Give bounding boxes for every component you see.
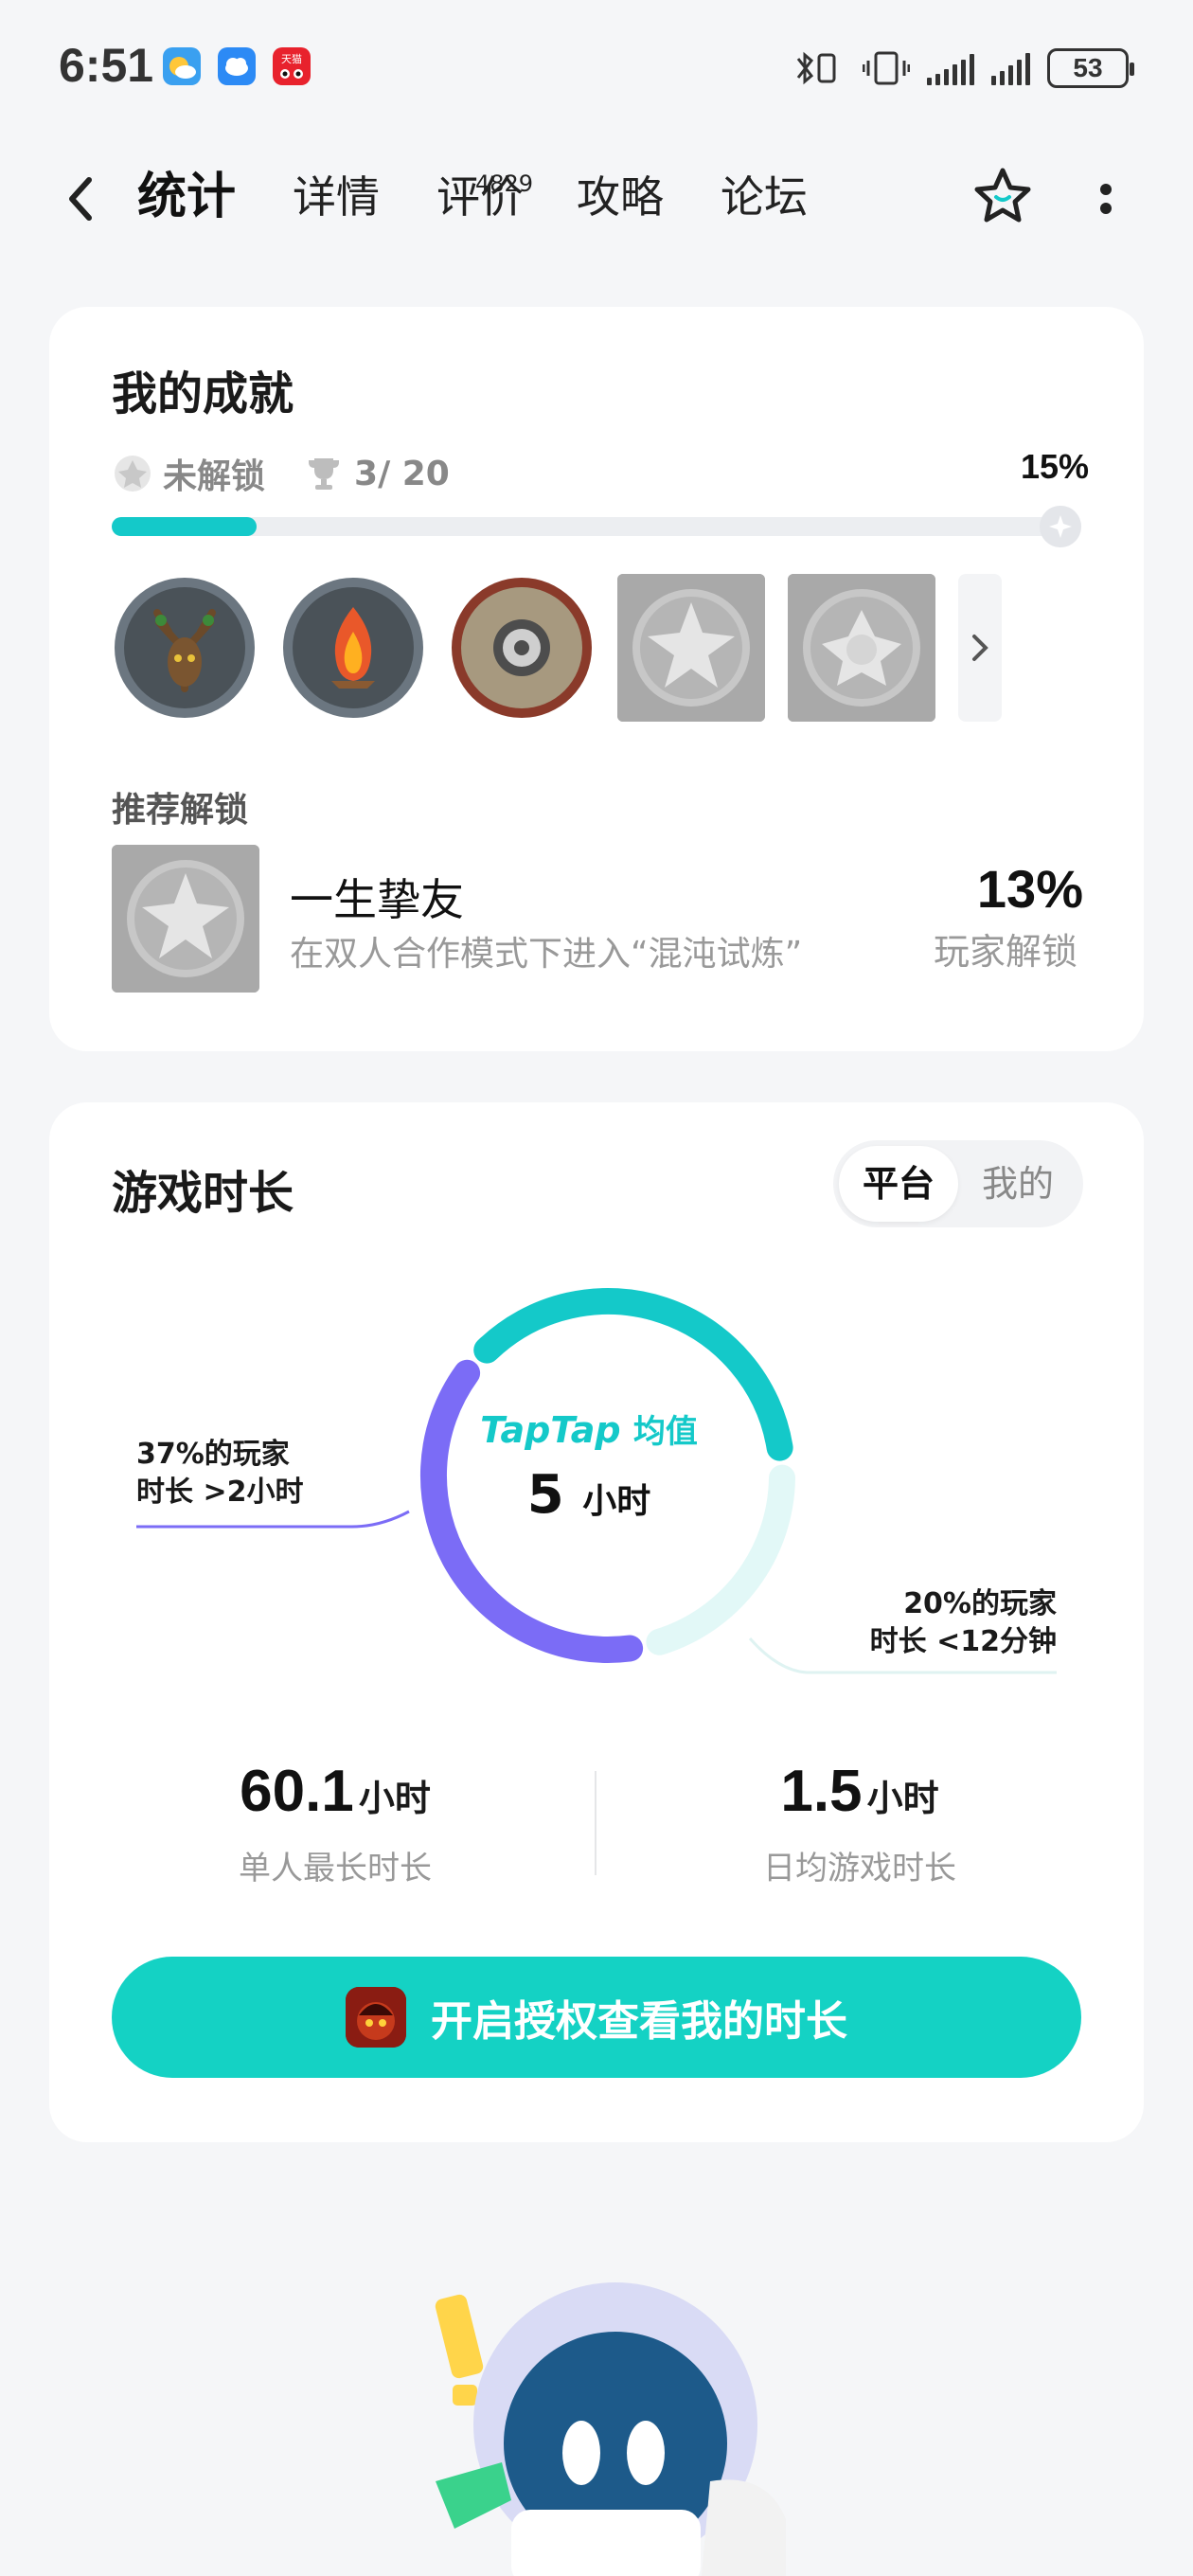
- recommend-percent: 13%: [976, 859, 1083, 919]
- star-burst-badge-icon[interactable]: [617, 574, 765, 722]
- locked-label: 未解锁: [163, 457, 266, 496]
- annotation-over-2h-line1: 37%的玩家: [136, 1438, 290, 1471]
- progress-end-star-icon: [1040, 506, 1081, 547]
- scope-toggle: 平台 我的: [833, 1140, 1083, 1227]
- tab-bar: 统计 详情 评价 4829 攻略 论坛: [133, 167, 864, 233]
- tab-forum-label: 论坛: [721, 171, 809, 223]
- badges-more-button[interactable]: [958, 574, 1002, 722]
- taptap-logo-text: TapTap: [480, 1409, 621, 1451]
- taptap-brand: TapTap 均值: [447, 1405, 731, 1452]
- robot-mascot-illustration: [435, 2282, 786, 2576]
- achievement-progress-bar: [112, 506, 1081, 547]
- tab-stats-label: 统计: [137, 169, 237, 225]
- recommend-label: 推荐解锁: [112, 791, 249, 830]
- recommended-badge-icon[interactable]: [112, 845, 259, 993]
- annotation-under-12min-line2: 时长 <12分钟: [869, 1625, 1057, 1658]
- crystal-flower-badge-icon[interactable]: [788, 574, 935, 722]
- stat-daily-average-unit: 小时: [866, 1778, 939, 1819]
- locked-medal-icon: [115, 456, 151, 492]
- gear-shield-badge-icon[interactable]: [449, 575, 595, 721]
- toggle-platform[interactable]: 平台: [839, 1146, 958, 1222]
- tab-guides-label: 攻略: [577, 171, 665, 223]
- back-arrow-icon[interactable]: [59, 170, 106, 227]
- playtime-card: 游戏时长 平台 我的 TapTap 均值 5 小时 37%的玩家 时长 >2小时…: [49, 1102, 1144, 2142]
- badge-row: [112, 572, 1002, 724]
- game-stats-page: 6:51 天猫 53 统计 详情 评价 4829 攻略 论坛 我的成就 未解锁 …: [0, 0, 1193, 2576]
- battery-indicator: 53: [1047, 48, 1134, 88]
- brand-sub: 均值: [632, 1413, 698, 1451]
- bluetooth-vibrate-icon: [796, 51, 836, 85]
- playtime-title: 游戏时长: [112, 1167, 294, 1220]
- top-nav: 统计 详情 评价 4829 攻略 论坛: [0, 142, 1193, 256]
- average-playtime-value: 5: [526, 1464, 564, 1526]
- tab-reviews[interactable]: 评价 4829: [436, 167, 533, 233]
- achievements-card: 我的成就 未解锁 3/ 20 15% 推荐解锁 一生挚友 在双人合作模式下进入“…: [49, 307, 1144, 1051]
- achievement-percent: 15%: [1020, 447, 1089, 486]
- tab-forum[interactable]: 论坛: [721, 167, 808, 233]
- recommend-name[interactable]: 一生挚友: [290, 866, 464, 928]
- trophy-count: 3/ 20: [354, 454, 450, 493]
- average-playtime: 5 小时: [447, 1464, 731, 1526]
- game-app-icon: [346, 1987, 406, 2048]
- stat-daily-average-value: 1.5: [780, 1759, 863, 1824]
- favorite-star-icon[interactable]: [970, 163, 1036, 229]
- achievements-title: 我的成就: [112, 367, 294, 420]
- stat-daily-average-label: 日均游戏时长: [763, 1850, 956, 1887]
- average-playtime-unit: 小时: [582, 1482, 651, 1521]
- fire-badge-icon[interactable]: [280, 575, 426, 721]
- signal-2-icon: [991, 51, 1030, 85]
- status-time: 6:51: [59, 39, 154, 92]
- stat-daily-average: 1.5 小时 日均游戏时长: [670, 1758, 1049, 1888]
- status-bar: 6:51 天猫 53: [0, 0, 1193, 133]
- stat-max-session-label: 单人最长时长: [239, 1850, 432, 1887]
- annotation-over-2h: 37%的玩家 时长 >2小时: [136, 1436, 303, 1512]
- tab-details[interactable]: 详情: [293, 167, 380, 233]
- stat-divider: [595, 1771, 596, 1875]
- tab-guides[interactable]: 攻略: [577, 167, 664, 233]
- stat-max-session: 60.1 小时 单人最长时长: [146, 1758, 525, 1888]
- recommend-percent-label: 玩家解锁: [933, 931, 1077, 973]
- authorize-playtime-button[interactable]: 开启授权查看我的时长: [112, 1957, 1081, 2078]
- tmall-icon: 天猫: [273, 47, 311, 85]
- more-options-icon[interactable]: [1087, 170, 1125, 227]
- annotation-under-12min: 20%的玩家 时长 <12分钟: [870, 1585, 1057, 1661]
- trophy-icon: [309, 458, 340, 490]
- review-count-badge: 4829: [474, 170, 534, 197]
- authorize-playtime-label: 开启授权查看我的时长: [431, 1997, 847, 2046]
- annotation-over-2h-line2: 时长 >2小时: [136, 1476, 304, 1509]
- stat-max-session-value: 60.1: [240, 1759, 354, 1824]
- cloud-icon: [218, 47, 256, 85]
- chevron-right-icon: [972, 635, 988, 661]
- achievement-progress-fill: [112, 517, 257, 536]
- tab-stats[interactable]: 统计: [133, 167, 240, 233]
- weather-sun-icon: [163, 47, 201, 85]
- stat-max-session-unit: 小时: [358, 1778, 431, 1819]
- annotation-under-12min-line1: 20%的玩家: [903, 1587, 1057, 1620]
- signal-1-icon: [927, 51, 974, 85]
- vibrate-icon: [863, 51, 910, 85]
- toggle-mine[interactable]: 我的: [958, 1146, 1077, 1222]
- tree-spirit-badge-icon[interactable]: [112, 575, 258, 721]
- achievement-meta: 未解锁 3/ 20: [112, 449, 450, 498]
- tmall-label: 天猫: [281, 53, 302, 65]
- recommend-description: 在双人合作模式下进入“混沌试炼”: [290, 935, 803, 974]
- tab-details-label: 详情: [293, 171, 381, 223]
